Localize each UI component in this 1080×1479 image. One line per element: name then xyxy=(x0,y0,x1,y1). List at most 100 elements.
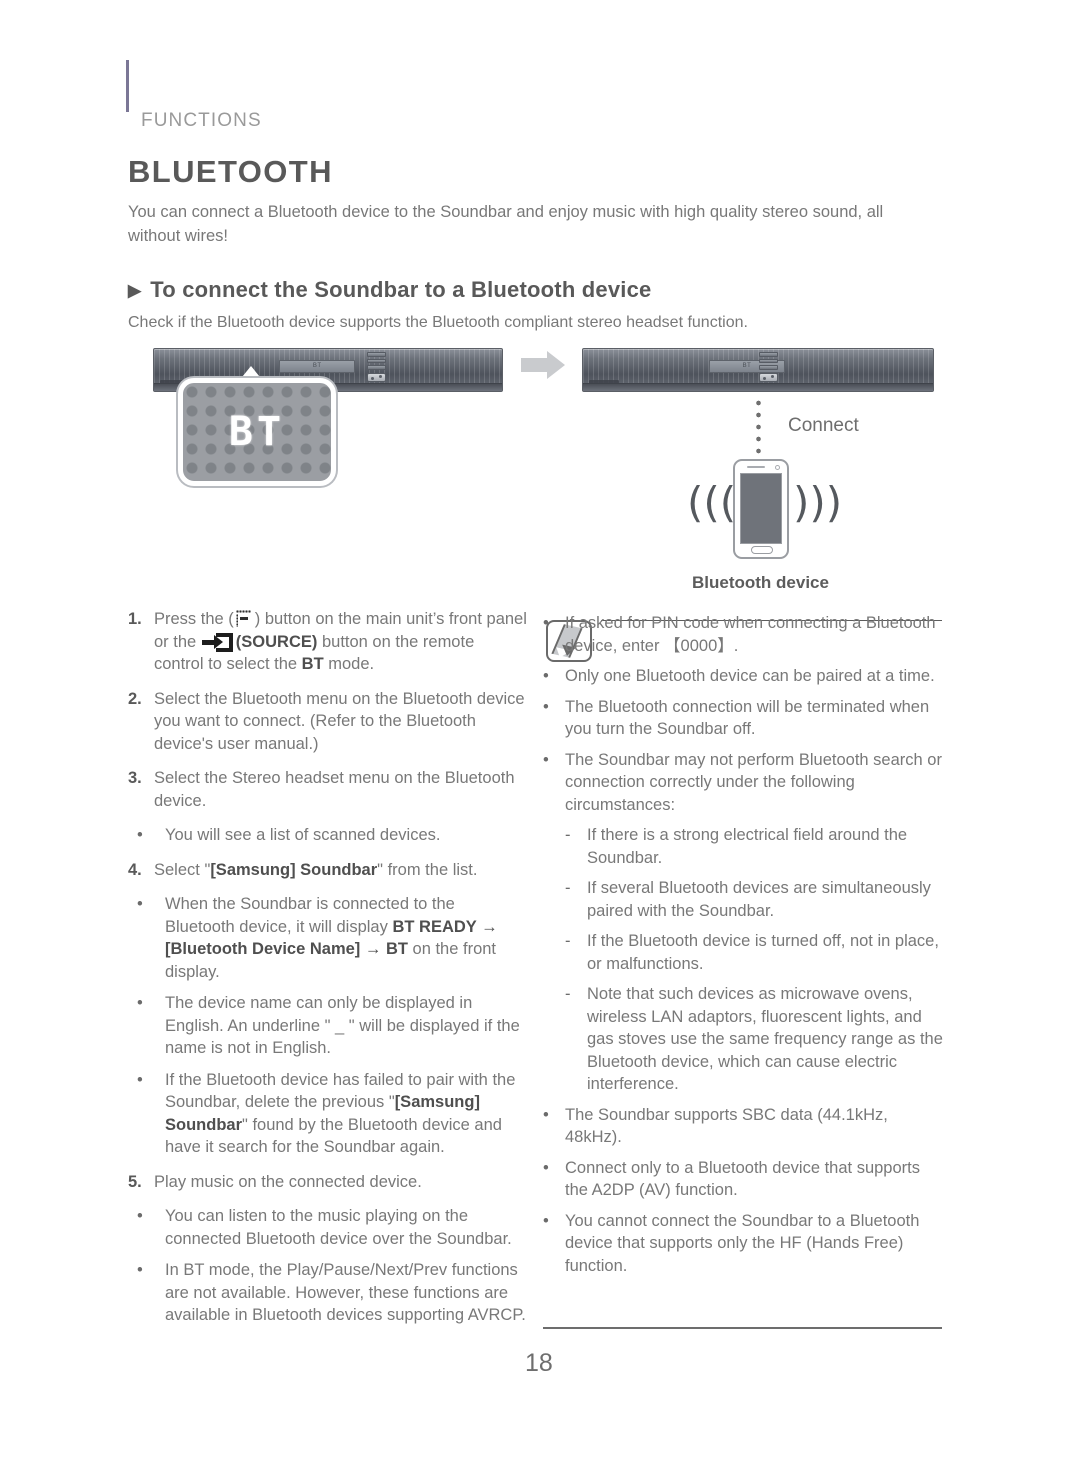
soundbar-edge-right xyxy=(583,383,933,391)
bullet-text: You can listen to the music playing on t… xyxy=(165,1207,512,1248)
list-item: - If several Bluetooth devices are simul… xyxy=(565,877,943,922)
source-label: (SOURCE) xyxy=(235,632,318,651)
section-heading: ▶ To connect the Soundbar to a Bluetooth… xyxy=(128,277,651,303)
bullet-marker-icon: • xyxy=(137,1261,143,1279)
connect-label: Connect xyxy=(788,415,859,436)
step3-bullets: • You will see a list of scanned devices… xyxy=(128,824,528,847)
step-item: 2. Select the Bluetooth menu on the Blue… xyxy=(128,688,528,756)
led-display-text: BT xyxy=(228,409,286,455)
section-category-label: FUNCTIONS xyxy=(141,110,262,131)
list-item: • When the Soundbar is connected to the … xyxy=(128,893,528,983)
step-number: 3. xyxy=(128,769,142,787)
note-subtext: If the Bluetooth device is turned off, n… xyxy=(587,932,939,973)
steps-list: 1. Press the () button on the main unit’… xyxy=(128,608,528,1327)
bluetooth-device-label: Bluetooth device xyxy=(692,573,829,592)
phone-home-button-icon xyxy=(751,546,773,554)
bullet-text: In BT mode, the Play/Pause/Next/Prev fun… xyxy=(165,1261,526,1324)
soundbar-controls-left xyxy=(367,352,386,383)
steps-column: 1. Press the () button on the main unit’… xyxy=(128,608,528,1339)
header-accent-bar xyxy=(126,60,129,112)
page-title: BLUETOOTH xyxy=(128,154,333,189)
source-button-icon xyxy=(201,632,233,652)
bullet-marker-icon: • xyxy=(543,1211,549,1230)
step-item: 5. Play music on the connected device. xyxy=(128,1171,528,1194)
bluetooth-phone-image xyxy=(733,459,789,559)
soundbar-image-right: BT xyxy=(582,348,934,392)
list-item: • You will see a list of scanned devices… xyxy=(128,824,528,847)
signal-wave-right-icon: ))) xyxy=(793,478,843,527)
notes-sublist: - If there is a strong electrical field … xyxy=(565,824,943,1096)
bullet-marker-icon: • xyxy=(137,1207,143,1225)
soundbar-display-window-left: BT xyxy=(279,359,356,373)
list-item: • You cannot connect the Soundbar to a B… xyxy=(543,1210,943,1278)
note-subtext: If several Bluetooth devices are simulta… xyxy=(587,879,931,920)
triangle-bullet-icon: ▶ xyxy=(128,280,142,300)
list-item: • Only one Bluetooth device can be paire… xyxy=(543,665,943,688)
soundbar-window-text-right: BT xyxy=(742,363,752,370)
list-item: - If there is a strong electrical field … xyxy=(565,824,943,869)
list-item: • The Soundbar may not perform Bluetooth… xyxy=(543,749,943,817)
step4-device-name: [Samsung] Soundbar xyxy=(210,860,378,879)
bullet-text: The device name can only be displayed in… xyxy=(165,994,520,1057)
bullet-text: You will see a list of scanned devices. xyxy=(165,826,441,844)
note-text: The Soundbar supports SBC data (44.1kHz,… xyxy=(565,1105,888,1147)
dash-marker-icon: - xyxy=(565,879,571,897)
signal-wave-left-icon: ((( xyxy=(687,478,737,527)
list-item: • If the Bluetooth device has failed to … xyxy=(128,1069,528,1159)
list-item: • Connect only to a Bluetooth device tha… xyxy=(543,1157,943,1202)
step-item: 1. Press the () button on the main unit’… xyxy=(128,608,528,676)
connection-dotted-line xyxy=(756,397,761,455)
soundbar-display-callout: BT xyxy=(178,378,336,486)
bullet-marker-icon: • xyxy=(137,1070,143,1089)
step5-bullets: • You can listen to the music playing on… xyxy=(128,1205,528,1327)
page-number: 18 xyxy=(525,1349,553,1377)
step-text: Play music on the connected device. xyxy=(154,1172,422,1191)
dash-marker-icon: - xyxy=(565,932,571,950)
notes-column: • If asked for PIN code when connecting … xyxy=(543,612,943,1285)
list-item: - Note that such devices as microwave ov… xyxy=(565,983,943,1096)
flow-arrow-icon xyxy=(521,351,565,379)
bt-mode-label: BT xyxy=(301,655,324,673)
phone-camera-icon xyxy=(775,465,780,470)
note-text: The Bluetooth connection will be termina… xyxy=(565,697,930,739)
note-text: Connect only to a Bluetooth device that … xyxy=(565,1158,920,1200)
bullet-marker-icon: • xyxy=(137,826,143,844)
dash-marker-icon: - xyxy=(565,985,571,1003)
step-number: 2. xyxy=(128,689,142,708)
note-text: You cannot connect the Soundbar to a Blu… xyxy=(565,1211,920,1275)
step-text: Press the () button on the main unit’s f… xyxy=(154,608,528,676)
note-text: If asked for PIN code when connecting a … xyxy=(565,614,936,655)
bullet-marker-icon: • xyxy=(543,1158,549,1177)
step-text: Select "[Samsung] Soundbar" from the lis… xyxy=(154,859,528,882)
step-number: 5. xyxy=(128,1172,142,1191)
step1-part-before: Press the ( xyxy=(154,610,234,628)
note-text: Only one Bluetooth device can be paired … xyxy=(565,667,935,685)
step-item: 4. Select "[Samsung] Soundbar" from the … xyxy=(128,859,528,882)
bullet-marker-icon: • xyxy=(543,667,549,685)
soundbar-controls-right xyxy=(759,352,778,383)
list-item: • In BT mode, the Play/Pause/Next/Prev f… xyxy=(128,1259,528,1327)
list-item: • The Bluetooth connection will be termi… xyxy=(543,696,943,741)
step4-bullets: • When the Soundbar is connected to the … xyxy=(128,893,528,1159)
list-item: • If asked for PIN code when connecting … xyxy=(543,612,943,657)
note-subtext: Note that such devices as microwave oven… xyxy=(587,985,943,1093)
soundbar-window-text: BT xyxy=(312,363,322,370)
step4-pre: Select " xyxy=(154,860,211,879)
step1-tail: mode. xyxy=(323,655,375,673)
notes-list: • If asked for PIN code when connecting … xyxy=(543,612,943,1277)
bullet-marker-icon: • xyxy=(137,994,143,1012)
list-item: • The device name can only be displayed … xyxy=(128,992,528,1060)
note-subtext: If there is a strong electrical field ar… xyxy=(587,826,908,867)
list-item: - If the Bluetooth device is turned off,… xyxy=(565,930,943,975)
step-number: 1. xyxy=(128,610,142,628)
step4-post: " from the list. xyxy=(377,860,478,879)
dash-marker-icon: - xyxy=(565,826,571,844)
intro-paragraph: You can connect a Bluetooth device to th… xyxy=(128,203,884,245)
note-text: The Soundbar may not perform Bluetooth s… xyxy=(565,750,942,814)
bullet-marker-icon: • xyxy=(543,1105,549,1124)
step-number: 4. xyxy=(128,860,142,879)
step-item: 3. Select the Stereo headset menu on the… xyxy=(128,767,528,812)
bullet-text: If the Bluetooth device has failed to pa… xyxy=(165,1069,528,1159)
pairing-illustration: BT BT BT ((( ))) xyxy=(0,340,1080,605)
list-item: • The Soundbar supports SBC data (44.1kH… xyxy=(543,1104,943,1149)
